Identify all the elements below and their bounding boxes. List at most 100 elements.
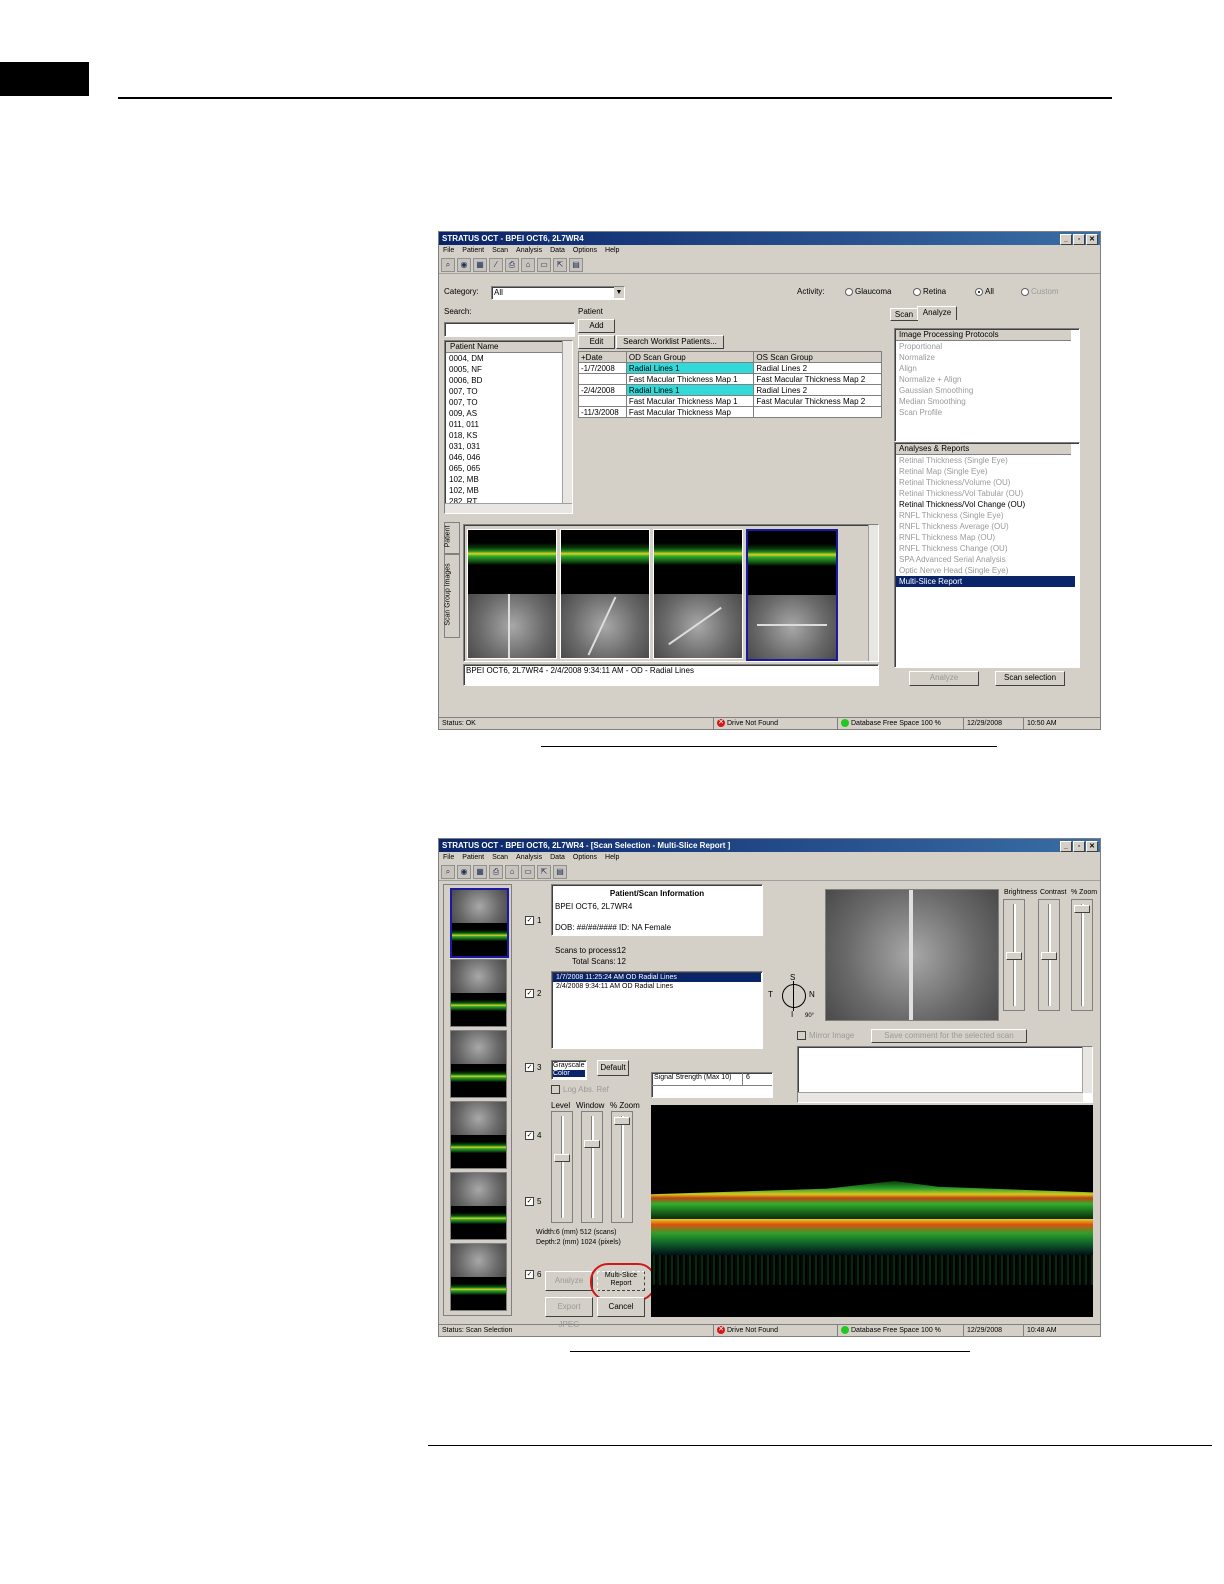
cell-os[interactable]: Fast Macular Thickness Map 2 bbox=[753, 373, 882, 385]
radio-retina[interactable]: Retina bbox=[913, 287, 946, 296]
menu-file[interactable]: File bbox=[443, 852, 454, 863]
export-icon[interactable]: ⇱ bbox=[537, 865, 551, 879]
list-item[interactable]: 102, MB bbox=[446, 474, 562, 485]
color-mode-list[interactable]: Grayscale Color bbox=[551, 1060, 587, 1080]
radio-all[interactable]: All bbox=[975, 287, 994, 296]
copy-icon[interactable]: ▤ bbox=[569, 258, 583, 272]
close-button[interactable]: ✕ bbox=[1086, 234, 1098, 245]
list-item[interactable]: 0006, BD bbox=[446, 375, 562, 386]
ar-item-selected[interactable]: Multi-Slice Report bbox=[896, 576, 1075, 587]
color-option-grayscale[interactable]: Grayscale bbox=[553, 1062, 585, 1069]
window-slider[interactable] bbox=[581, 1111, 603, 1223]
cell-od[interactable]: Fast Macular Thickness Map 1 bbox=[625, 395, 755, 407]
list-item[interactable]: 2/4/2008 9:34:11 AM OD Radial Lines bbox=[553, 982, 761, 991]
cell-od[interactable]: Fast Macular Thickness Map 1 bbox=[625, 373, 755, 385]
list-item[interactable]: 018, KS bbox=[446, 430, 562, 441]
ar-item[interactable]: RNFL Thickness Average (OU) bbox=[896, 521, 1075, 532]
menu-file[interactable]: File bbox=[443, 245, 454, 256]
chart-icon[interactable]: ▭ bbox=[537, 258, 551, 272]
home-icon[interactable]: ⌂ bbox=[521, 258, 535, 272]
cancel-button[interactable]: Cancel bbox=[597, 1297, 645, 1317]
scan-selection-button[interactable]: Scan selection bbox=[995, 671, 1065, 686]
copy-icon[interactable]: ▤ bbox=[553, 865, 567, 879]
print-icon[interactable]: ⎙ bbox=[489, 865, 503, 879]
list-item[interactable]: 065, 065 bbox=[446, 463, 562, 474]
scan-thumbnail[interactable] bbox=[450, 1101, 507, 1169]
image-strip-scrollbar[interactable] bbox=[868, 525, 878, 661]
patient-list-scrollbar[interactable] bbox=[562, 341, 572, 503]
scan-list[interactable]: 1/7/2008 11:25:24 AM OD Radial Lines 2/4… bbox=[551, 971, 763, 1049]
list-item[interactable]: 007, TO bbox=[446, 386, 562, 397]
ar-item[interactable]: Optic Nerve Head (Single Eye) bbox=[896, 565, 1075, 576]
menu-help[interactable]: Help bbox=[605, 245, 619, 256]
cell-os[interactable] bbox=[753, 406, 882, 418]
minimize-button[interactable]: _ bbox=[1060, 841, 1072, 852]
analyze-button[interactable]: Analyze bbox=[909, 671, 979, 686]
table-row[interactable]: -11/3/2008 Fast Macular Thickness Map bbox=[578, 406, 882, 418]
scan-icon[interactable]: ▦ bbox=[473, 865, 487, 879]
scan-thumbnail[interactable] bbox=[560, 529, 650, 659]
patient-list-header[interactable]: Patient Name bbox=[446, 342, 562, 353]
menu-options[interactable]: Options bbox=[573, 245, 597, 256]
ar-item[interactable]: SPA Advanced Serial Analysis bbox=[896, 554, 1075, 565]
menu-scan[interactable]: Scan bbox=[492, 245, 508, 256]
col-date[interactable]: +Date bbox=[578, 351, 627, 363]
menu-options[interactable]: Options bbox=[573, 852, 597, 863]
table-row[interactable]: Fast Macular Thickness Map 1 Fast Macular… bbox=[578, 395, 882, 407]
chart-icon[interactable]: ▭ bbox=[521, 865, 535, 879]
level-slider[interactable] bbox=[551, 1111, 573, 1223]
mirror-image-checkbox[interactable]: Mirror Image bbox=[797, 1031, 854, 1041]
ar-item[interactable]: RNFL Thickness (Single Eye) bbox=[896, 510, 1075, 521]
ipp-item[interactable]: Align bbox=[896, 363, 1078, 374]
scan-thumbnail[interactable] bbox=[653, 529, 743, 659]
radio-glaucoma[interactable]: Glaucoma bbox=[845, 287, 891, 296]
comment-scrollbar[interactable] bbox=[1082, 1047, 1092, 1093]
menu-scan[interactable]: Scan bbox=[492, 852, 508, 863]
list-item[interactable]: 0005, NF bbox=[446, 364, 562, 375]
category-select[interactable]: All ▼ bbox=[491, 286, 625, 300]
list-item[interactable]: 046, 046 bbox=[446, 452, 562, 463]
menu-analysis[interactable]: Analysis bbox=[516, 245, 542, 256]
zoom-slider-thumb[interactable] bbox=[614, 1117, 630, 1125]
side-tab-patient[interactable]: Patient bbox=[444, 522, 460, 554]
list-item[interactable]: 009, AS bbox=[446, 408, 562, 419]
scan-thumbnail[interactable] bbox=[450, 1172, 507, 1240]
comment-textarea[interactable] bbox=[797, 1046, 1093, 1103]
level-slider-thumb[interactable] bbox=[554, 1154, 570, 1162]
ipp-item[interactable]: Median Smoothing bbox=[896, 396, 1078, 407]
table-row[interactable]: Fast Macular Thickness Map 1 Fast Macular… bbox=[578, 373, 882, 385]
scan-thumbnail[interactable] bbox=[450, 1030, 507, 1098]
list-item[interactable]: 031, 031 bbox=[446, 441, 562, 452]
binoculars-icon[interactable]: ⌕ bbox=[441, 865, 455, 879]
scan-icon[interactable]: ▦ bbox=[473, 258, 487, 272]
ar-item[interactable]: Retinal Thickness (Single Eye) bbox=[896, 455, 1075, 466]
ar-item[interactable]: Retinal Thickness/Vol Tabular (OU) bbox=[896, 488, 1075, 499]
ipp-item[interactable]: Proportional bbox=[896, 341, 1078, 352]
cell-os[interactable]: Radial Lines 2 bbox=[753, 384, 882, 396]
minimize-button[interactable]: _ bbox=[1060, 234, 1072, 245]
scan-thumbnail-selected[interactable] bbox=[746, 529, 838, 661]
ar-item[interactable]: RNFL Thickness Map (OU) bbox=[896, 532, 1075, 543]
ar-item[interactable]: Retinal Map (Single Eye) bbox=[896, 466, 1075, 477]
list-item[interactable]: 007, TO bbox=[446, 397, 562, 408]
print-icon[interactable]: ⎙ bbox=[505, 258, 519, 272]
menu-data[interactable]: Data bbox=[550, 852, 565, 863]
menu-patient[interactable]: Patient bbox=[462, 245, 484, 256]
menu-help[interactable]: Help bbox=[605, 852, 619, 863]
scan-thumbnail[interactable] bbox=[450, 1243, 507, 1311]
checkbox-4[interactable]: ✓ 4 bbox=[525, 1131, 541, 1141]
scan-thumbnail[interactable] bbox=[467, 529, 557, 659]
cell-od[interactable]: Radial Lines 1 bbox=[625, 362, 755, 374]
col-os[interactable]: OS Scan Group bbox=[753, 351, 882, 363]
home-icon[interactable]: ⌂ bbox=[505, 865, 519, 879]
color-option-color[interactable]: Color bbox=[553, 1070, 585, 1077]
checkbox-1[interactable]: ✓ 1 bbox=[525, 916, 541, 926]
default-button[interactable]: Default bbox=[597, 1060, 629, 1076]
ipp-item[interactable]: Gaussian Smoothing bbox=[896, 385, 1078, 396]
chevron-down-icon[interactable]: ▼ bbox=[614, 287, 624, 298]
side-tab-scan-group-images[interactable]: Scan Group Images bbox=[444, 554, 460, 638]
ipp-item[interactable]: Normalize + Align bbox=[896, 374, 1078, 385]
list-item[interactable]: 102, MB bbox=[446, 485, 562, 496]
menu-data[interactable]: Data bbox=[550, 245, 565, 256]
table-row[interactable]: -1/7/2008 Radial Lines 1 Radial Lines 2 bbox=[578, 362, 882, 374]
